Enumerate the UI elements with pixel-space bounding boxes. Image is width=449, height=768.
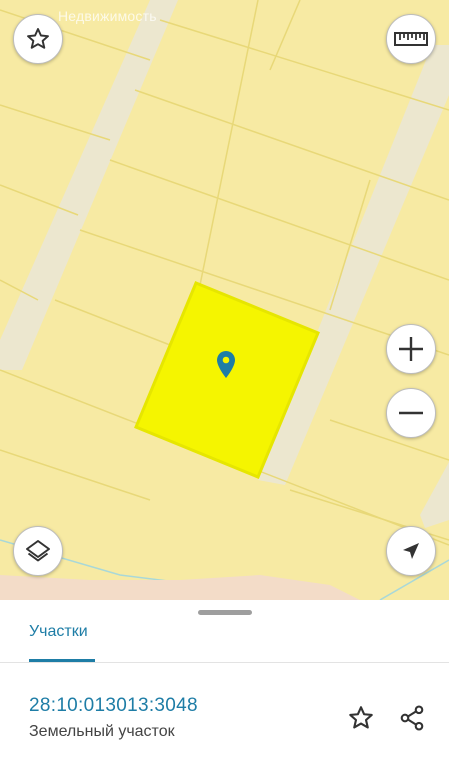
favorite-button[interactable] bbox=[13, 14, 63, 64]
star-outline-icon bbox=[349, 706, 373, 729]
star-outline-icon bbox=[27, 28, 49, 49]
cadastral-map bbox=[0, 0, 449, 600]
zoom-out-button[interactable] bbox=[386, 388, 436, 438]
ruler-icon bbox=[394, 32, 428, 46]
map-view[interactable]: Недвижимость bbox=[0, 0, 449, 600]
tab-parcels[interactable]: Участки bbox=[29, 622, 95, 662]
parcel-type: Земельный участок bbox=[29, 723, 175, 740]
cadastral-number[interactable]: 28:10:013013:3048 bbox=[29, 695, 198, 717]
my-location-button[interactable] bbox=[386, 526, 436, 576]
divider bbox=[0, 662, 449, 663]
minus-icon bbox=[399, 411, 423, 415]
zoom-in-button[interactable] bbox=[386, 324, 436, 374]
layers-button[interactable] bbox=[13, 526, 63, 576]
add-favorite-button[interactable] bbox=[343, 700, 379, 736]
plus-icon bbox=[399, 337, 423, 361]
layers-icon bbox=[26, 540, 50, 562]
navigation-arrow-icon bbox=[403, 543, 419, 559]
share-icon bbox=[400, 705, 424, 731]
map-watermark: Недвижимость bbox=[58, 8, 157, 24]
share-button[interactable] bbox=[394, 700, 430, 736]
ruler-button[interactable] bbox=[386, 14, 436, 64]
drag-handle[interactable] bbox=[198, 610, 252, 615]
bottom-sheet: Участки 28:10:013013:3048 Земельный учас… bbox=[0, 600, 449, 768]
